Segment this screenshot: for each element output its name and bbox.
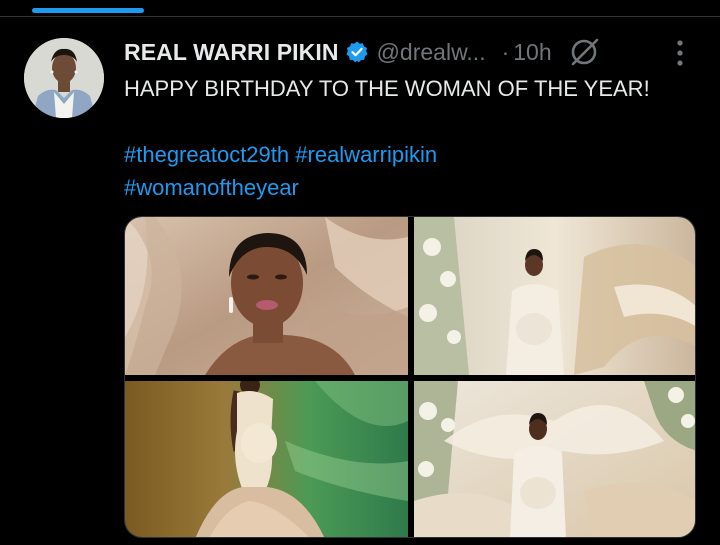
hashtag-link[interactable]: #realwarripikin bbox=[295, 142, 437, 167]
grok-icon[interactable] bbox=[568, 35, 602, 69]
photo-3[interactable] bbox=[125, 381, 408, 537]
tweet-view: REAL WARRI PIKIN @drealw... · 10h HAPPY … bbox=[0, 0, 720, 545]
separator-dot: · bbox=[501, 38, 510, 65]
avatar-image bbox=[24, 38, 104, 118]
user-handle[interactable]: @drealw... bbox=[377, 39, 486, 66]
active-tab-indicator bbox=[32, 8, 144, 13]
photo-1[interactable] bbox=[125, 217, 408, 375]
display-name[interactable]: REAL WARRI PIKIN bbox=[124, 39, 339, 66]
media-grid bbox=[124, 216, 696, 538]
divider bbox=[0, 16, 720, 17]
hashtag-link[interactable]: #thegreatoct29th bbox=[124, 142, 289, 167]
hashtag-list: #thegreatoct29th #realwarripikin #womano… bbox=[124, 138, 709, 204]
timestamp[interactable]: 10h bbox=[513, 39, 551, 66]
tweet-header: REAL WARRI PIKIN @drealw... · 10h bbox=[124, 36, 704, 68]
photo-2[interactable] bbox=[414, 217, 695, 375]
more-options-icon[interactable] bbox=[670, 38, 690, 68]
avatar[interactable] bbox=[24, 38, 104, 118]
verified-badge-icon[interactable] bbox=[345, 40, 369, 64]
hashtag-link[interactable]: #womanoftheyear bbox=[124, 175, 299, 200]
tweet-text: HAPPY BIRTHDAY TO THE WOMAN OF THE YEAR! bbox=[124, 76, 650, 101]
photo-4[interactable] bbox=[414, 381, 695, 537]
